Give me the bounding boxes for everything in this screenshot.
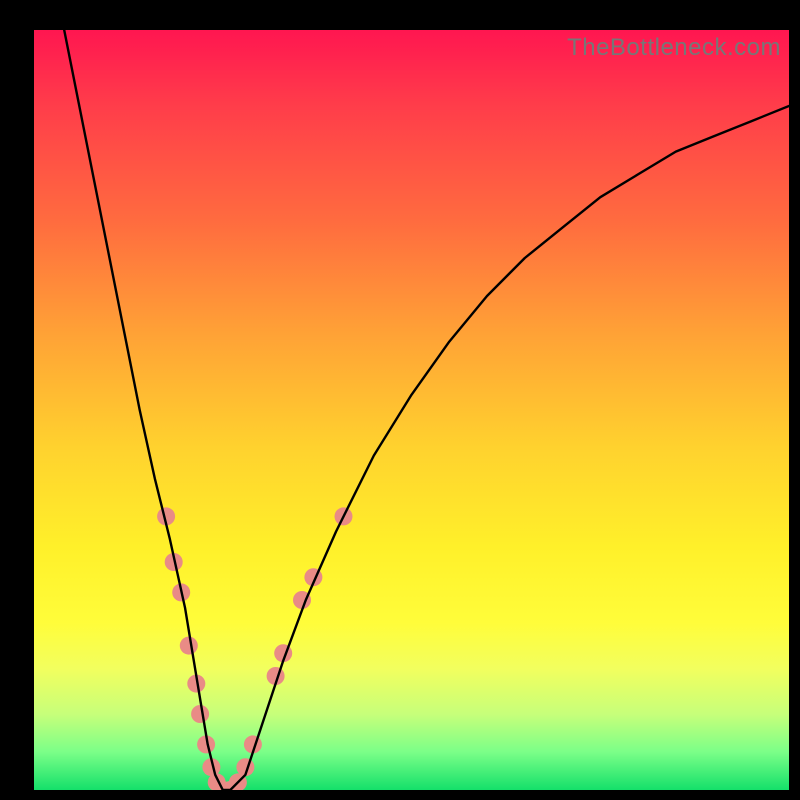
marker-dot xyxy=(180,637,198,655)
chart-frame: TheBottleneck.com xyxy=(0,0,800,800)
plot-area: TheBottleneck.com xyxy=(34,30,789,790)
curve-overlay xyxy=(34,30,789,790)
marker-dot xyxy=(191,705,209,723)
bottleneck-curve xyxy=(64,30,789,790)
